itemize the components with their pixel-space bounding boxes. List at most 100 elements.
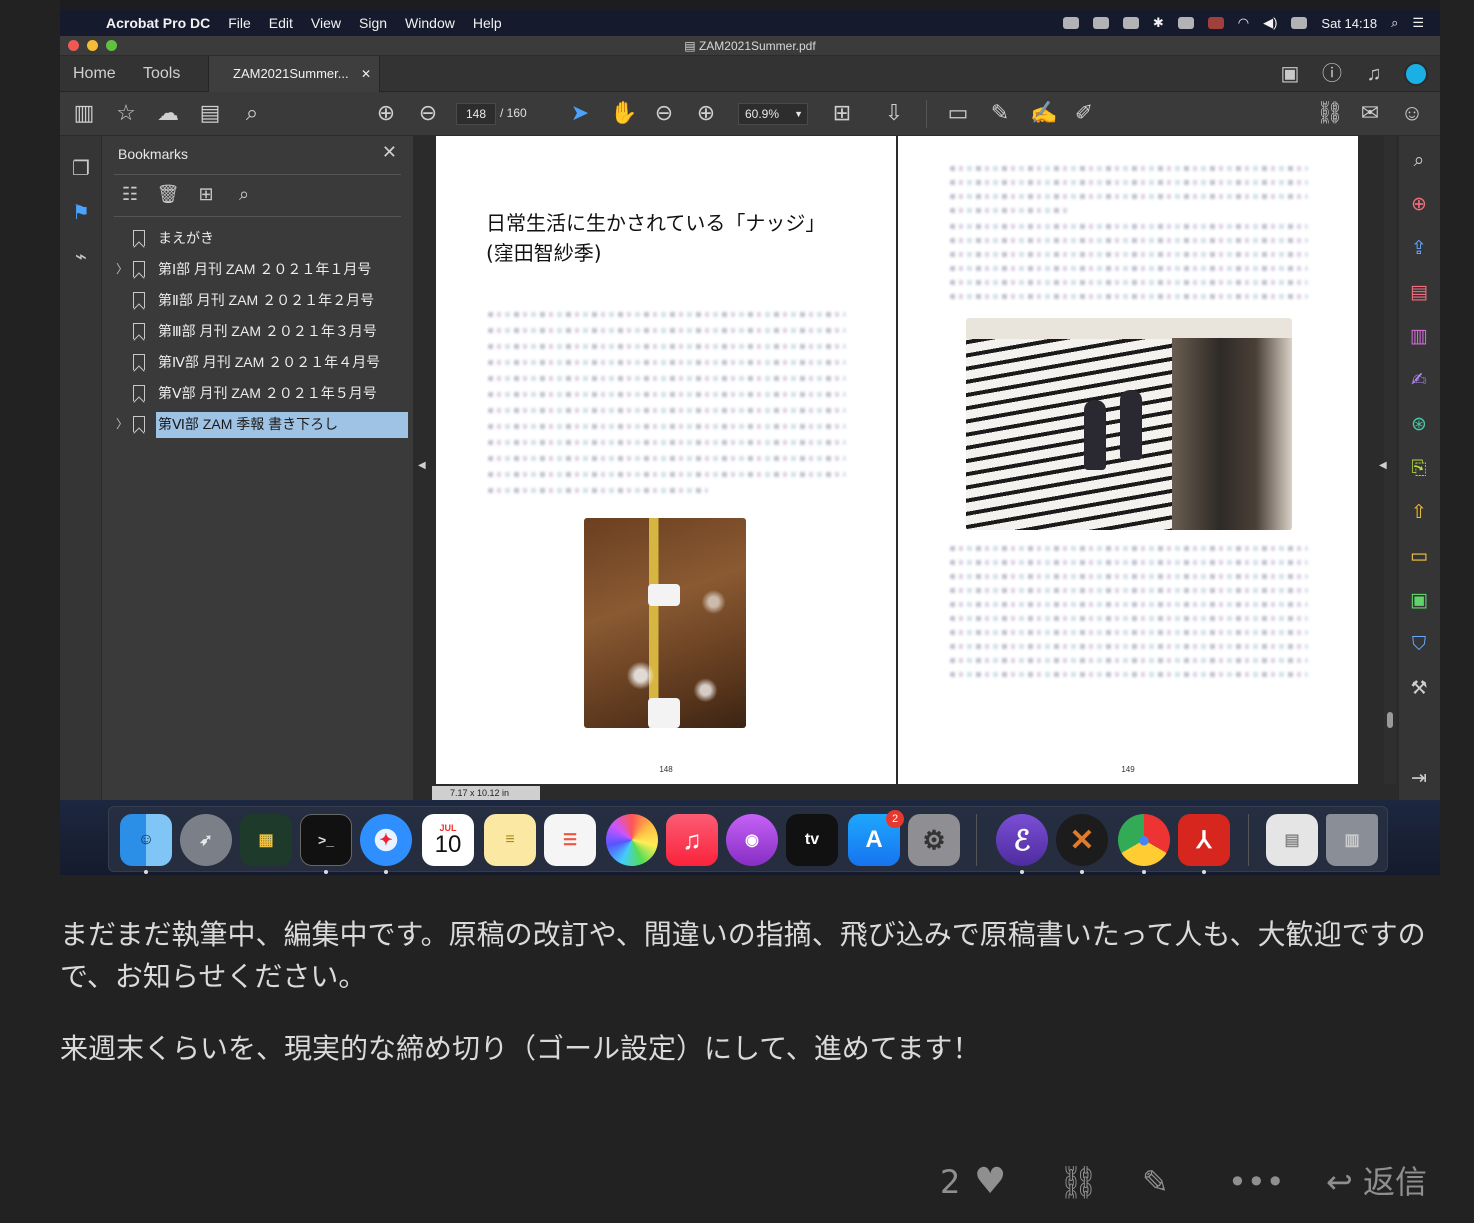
page-thumbnails-icon[interactable]: ❐ [69, 156, 93, 180]
menu-view[interactable]: View [311, 15, 341, 31]
finder-icon[interactable]: ☺ [120, 814, 172, 866]
spotlight-search-icon[interactable]: ⌕ [1391, 15, 1398, 31]
tab-home[interactable]: Home [73, 56, 116, 92]
cloud-sync-icon[interactable] [1092, 17, 1109, 29]
account-avatar[interactable] [1404, 62, 1428, 86]
clock[interactable]: Sat 14:18 [1321, 16, 1377, 31]
create-pdf-icon[interactable]: ⊕ [1407, 192, 1431, 216]
scrolling-mode-icon[interactable]: ⇩ [882, 101, 906, 125]
print-icon[interactable]: ▤ [198, 101, 222, 125]
print-production-icon[interactable]: ▣ [1407, 588, 1431, 612]
bookmark-options-icon[interactable]: ☷ [118, 182, 142, 206]
reminders-icon[interactable]: ☰ [544, 814, 596, 866]
collapse-right-pane-icon[interactable]: ◀ [1379, 460, 1387, 471]
organize-pages-icon[interactable]: ▤ [1407, 280, 1431, 304]
export-pdf-icon[interactable]: ⇪ [1407, 236, 1431, 260]
add-user-icon[interactable]: ☺ [1400, 101, 1424, 125]
close-panel-icon[interactable]: ✕ [382, 142, 397, 163]
bookmark-item[interactable]: 〉 第Ⅰ部 月刊 ZAM ２０２１年１月号 [102, 257, 414, 288]
scrollbar-thumb[interactable] [1387, 712, 1393, 728]
email-icon[interactable]: ✉ [1358, 101, 1382, 125]
battery-icon[interactable] [1291, 17, 1308, 29]
send-for-signature-icon[interactable]: ⊛ [1407, 412, 1431, 436]
more-options-icon[interactable]: ••• [1228, 1160, 1285, 1204]
zoom-level-select[interactable]: 60.9% ▼ [738, 103, 808, 125]
notes-icon[interactable]: ≡ [484, 814, 536, 866]
bluetooth-icon[interactable]: ✱ [1153, 15, 1164, 31]
emacs-icon[interactable]: ℰ [996, 814, 1048, 866]
collapse-left-pane-icon[interactable]: ◀ [418, 460, 426, 471]
creative-cloud-icon[interactable] [1062, 17, 1079, 29]
trash-icon[interactable]: ▥ [1326, 814, 1378, 866]
sign-pen-icon[interactable]: ✍ [1030, 101, 1057, 125]
wifi-icon[interactable]: ◠ [1238, 15, 1249, 31]
apple-tv-icon[interactable]: tv [786, 814, 838, 866]
expand-pane-icon[interactable]: ⇥ [1407, 766, 1431, 790]
tab-document[interactable]: ZAM2021Summer... ✕ [208, 56, 380, 92]
page-layout-icon[interactable]: ⊞ [830, 101, 854, 125]
share-document-icon[interactable]: ⇧ [1407, 500, 1431, 524]
highlight-pen-icon[interactable]: ✎ [988, 101, 1012, 125]
bookmark-item[interactable]: 第Ⅲ部 月刊 ZAM ２０２１年３月号 [102, 319, 414, 350]
comment-bubble-icon[interactable]: ▣ [1278, 62, 1302, 86]
enhance-scan-icon[interactable]: ⌕ [1407, 148, 1431, 172]
launchpad-icon[interactable]: ➶ [180, 814, 232, 866]
photos-icon[interactable] [606, 814, 658, 866]
next-page-icon[interactable]: ⊖ [416, 101, 440, 125]
cloud-status-icon[interactable] [1122, 17, 1139, 29]
find-bookmark-icon[interactable]: ⌕ [232, 182, 256, 206]
close-tab-icon[interactable]: ✕ [361, 56, 371, 92]
chrome-icon[interactable]: ● [1118, 814, 1170, 866]
control-center-icon[interactable]: ☰ [1412, 15, 1424, 31]
chevron-right-icon[interactable]: 〉 [116, 257, 128, 281]
bookmark-item[interactable]: まえがき [102, 226, 414, 257]
like-heart-icon[interactable]: ♥ [974, 1160, 1006, 1204]
protect-shield-icon[interactable]: ⛉ [1407, 632, 1431, 656]
select-pointer-icon[interactable]: ➤ [568, 101, 592, 125]
music-icon[interactable]: ♫ [666, 814, 718, 866]
calendar-icon[interactable]: JUL 10 [422, 814, 474, 866]
terminal-icon[interactable]: >_ [300, 814, 352, 866]
fill-sign-icon[interactable]: ✍ [1407, 368, 1431, 392]
bookmark-item[interactable]: 第Ⅱ部 月刊 ZAM ２０２１年２月号 [102, 288, 414, 319]
find-text-icon[interactable]: ⌕ [240, 101, 264, 125]
menu-sign[interactable]: Sign [359, 15, 387, 31]
new-bookmark-icon[interactable]: ⊞ [194, 182, 218, 206]
podcasts-icon[interactable]: ◉ [726, 814, 778, 866]
zoom-in-icon[interactable]: ⊕ [694, 101, 718, 125]
zoom-out-icon[interactable]: ⊖ [652, 101, 676, 125]
bookmark-item-selected[interactable]: 〉 第Ⅵ部 ZAM 季報 書き下ろし [102, 412, 414, 443]
bookmark-item[interactable]: 第Ⅴ部 月刊 ZAM ２０２１年５月号 [102, 381, 414, 412]
reply-button[interactable]: ↩ 返信 [1326, 1160, 1427, 1204]
more-tools-icon[interactable]: ⚒ [1407, 676, 1431, 700]
menu-window[interactable]: Window [405, 15, 455, 31]
bookmarks-icon[interactable]: ⚑ [69, 200, 93, 224]
safari-icon[interactable]: ✦ [360, 814, 412, 866]
compress-pdf-icon[interactable]: ▥ [1407, 324, 1431, 348]
app-store-icon[interactable]: A2 [848, 810, 904, 866]
share-link-icon[interactable]: ⛓ [1058, 1160, 1099, 1204]
menu-edit[interactable]: Edit [269, 15, 293, 31]
volume-icon[interactable]: ◀) [1263, 15, 1277, 31]
keyboard-icon[interactable] [1177, 17, 1194, 29]
comment-tool-icon[interactable]: ▭ [1407, 544, 1431, 568]
menu-app-name[interactable]: Acrobat Pro DC [106, 15, 210, 31]
add-comment-icon[interactable]: ▭ [946, 101, 970, 125]
file-manager-icon[interactable]: ▦ [240, 814, 292, 866]
documents-stack-icon[interactable]: ▤ [1266, 814, 1318, 866]
previous-page-icon[interactable]: ⊕ [374, 101, 398, 125]
share-link-icon[interactable]: ⛓ [1316, 101, 1344, 125]
notifications-bell-icon[interactable]: ♫ [1362, 62, 1386, 86]
us-flag-icon[interactable] [1207, 17, 1224, 29]
edit-pencil-icon[interactable]: ✎ [1142, 1160, 1169, 1204]
acrobat-icon[interactable]: ⅄ [1178, 814, 1230, 866]
chevron-right-icon[interactable]: 〉 [116, 412, 128, 436]
bookmark-item[interactable]: 第Ⅳ部 月刊 ZAM ２０２１年４月号 [102, 350, 414, 381]
bookmark-star-icon[interactable]: ☆ [114, 101, 138, 125]
help-icon[interactable]: ⓘ [1320, 62, 1344, 86]
attachments-icon[interactable]: ⌁ [69, 244, 93, 268]
save-icon[interactable]: ▥ [72, 101, 96, 125]
menu-file[interactable]: File [228, 15, 251, 31]
document-view[interactable]: ◀ 日常生活に生かされている「ナッジ」 (窪田智紗季) 148 149 7.17… [414, 136, 1398, 800]
hand-tool-icon[interactable]: ✋ [610, 101, 637, 125]
